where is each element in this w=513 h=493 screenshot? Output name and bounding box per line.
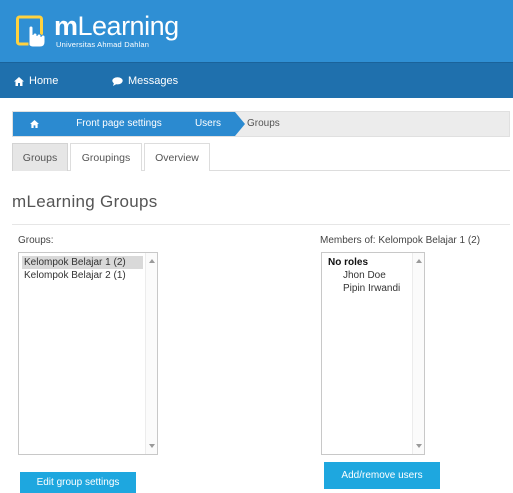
logo-text[interactable]: mLearning — [54, 11, 179, 41]
add-remove-users-button[interactable]: Add/remove users — [324, 462, 440, 489]
scroll-up-icon[interactable] — [416, 259, 422, 263]
role-group-label: No roles — [328, 257, 369, 268]
breadcrumb-arrow — [235, 112, 245, 136]
group-tabs: Groups Groupings Overview — [12, 143, 510, 171]
members-scrollbar[interactable] — [412, 253, 424, 454]
scroll-down-icon[interactable] — [149, 444, 155, 448]
logo-subtitle: Universitas Ahmad Dahlan — [56, 40, 150, 49]
groups-options: Kelompok Belajar 1 (2) Kelompok Belajar … — [22, 256, 143, 282]
members-listbox[interactable]: No roles Jhon Doe Pipin Irwandi — [321, 252, 425, 455]
tab-groupings[interactable]: Groupings — [70, 143, 142, 171]
nav-messages-label: Messages — [128, 75, 179, 87]
logo-brand-bold: m — [54, 11, 78, 41]
members-label: Members of: Kelompok Belajar 1 (2) — [320, 235, 481, 246]
groups-scrollbar[interactable] — [145, 253, 157, 454]
groups-listbox[interactable]: Kelompok Belajar 1 (2) Kelompok Belajar … — [18, 252, 158, 455]
scroll-down-icon[interactable] — [416, 444, 422, 448]
home-icon — [14, 76, 24, 86]
member-option-1[interactable]: Jhon Doe — [325, 269, 410, 282]
breadcrumb-home[interactable] — [13, 112, 57, 136]
nav-messages-link[interactable]: Messages — [112, 63, 178, 99]
nav-home-label: Home — [29, 75, 59, 87]
nav-home-link[interactable]: Home — [14, 63, 58, 99]
breadcrumb-arrow — [180, 112, 190, 136]
breadcrumb: Front page settings Users Groups — [12, 111, 510, 137]
breadcrumb-arrow — [56, 112, 66, 136]
tab-overview[interactable]: Overview — [144, 143, 210, 171]
breadcrumb-current: Groups — [247, 118, 280, 129]
group-option-1[interactable]: Kelompok Belajar 1 (2) — [22, 256, 143, 269]
page-title: mLearning Groups — [12, 192, 158, 211]
groups-label: Groups: — [18, 235, 54, 246]
logo-hand-icon[interactable] — [16, 14, 48, 48]
site-header: mLearning Universitas Ahmad Dahlan — [0, 0, 513, 62]
main-navbar: Home Messages — [0, 62, 513, 98]
logo-brand-rest: Learning — [77, 11, 180, 41]
title-divider — [12, 224, 510, 225]
group-option-2[interactable]: Kelompok Belajar 2 (1) — [22, 269, 143, 282]
tab-groups[interactable]: Groups — [12, 143, 68, 171]
breadcrumb-front-page-settings[interactable]: Front page settings — [57, 112, 181, 136]
members-options: No roles Jhon Doe Pipin Irwandi — [325, 256, 410, 295]
scroll-up-icon[interactable] — [149, 259, 155, 263]
member-option-2[interactable]: Pipin Irwandi — [325, 282, 410, 295]
breadcrumb-front-label: Front page settings — [76, 118, 162, 129]
messages-icon — [112, 76, 123, 86]
breadcrumb-home-icon — [30, 120, 39, 128]
edit-group-settings-button[interactable]: Edit group settings — [20, 472, 136, 493]
